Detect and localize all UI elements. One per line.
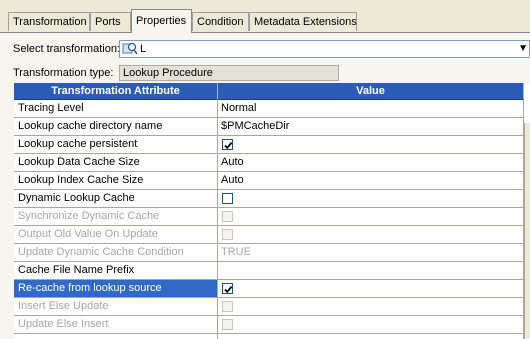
column-header-attribute[interactable]: Transformation Attribute: [14, 83, 218, 100]
table-row[interactable]: Insert Else Update: [14, 298, 530, 316]
attribute-cell[interactable]: Lookup Data Cache Size: [14, 154, 218, 172]
value-cell[interactable]: [218, 226, 524, 244]
value-cell[interactable]: [218, 262, 524, 280]
table-row[interactable]: Cache File Name Prefix: [14, 262, 530, 280]
attribute-cell[interactable]: Update Dynamic Cache Condition: [14, 244, 218, 262]
tab-ports[interactable]: Ports: [90, 12, 131, 31]
attribute-cell[interactable]: Output Old Value On Update: [14, 226, 218, 244]
attribute-cell[interactable]: Lookup Index Cache Size: [14, 172, 218, 190]
transformation-type-field: Lookup Procedure: [119, 65, 339, 81]
value-cell[interactable]: Normal: [218, 100, 524, 118]
tab-divider: [0, 32, 530, 33]
table-row[interactable]: Lookup Data Cache Size Auto: [14, 154, 530, 172]
transformation-type-label: Transformation type:: [13, 67, 114, 79]
checkbox-checked[interactable]: [222, 139, 233, 150]
value-cell[interactable]: [218, 334, 524, 339]
value-cell[interactable]: [218, 208, 524, 226]
value-cell[interactable]: [218, 136, 524, 154]
table-row[interactable]: Synchronize Dynamic Cache: [14, 208, 530, 226]
attribute-cell[interactable]: Insert Else Update: [14, 298, 218, 316]
tab-strip: Transformation Ports Properties Conditio…: [0, 0, 530, 33]
attribute-cell[interactable]: Lookup cache directory name: [14, 118, 218, 136]
value-cell[interactable]: $PMCacheDir: [218, 118, 524, 136]
value-cell[interactable]: Auto: [218, 172, 524, 190]
table-row[interactable]: Lookup cache directory name $PMCacheDir: [14, 118, 530, 136]
chevron-down-icon[interactable]: ▼: [518, 43, 528, 54]
attribute-cell[interactable]: Cache File Name Prefix: [14, 262, 218, 280]
table-row[interactable]: [14, 334, 530, 339]
tab-transformation[interactable]: Transformation: [8, 12, 90, 31]
value-cell[interactable]: [218, 280, 524, 298]
tab-properties[interactable]: Properties: [131, 9, 192, 33]
value-cell[interactable]: TRUE: [218, 244, 524, 262]
select-transformation-value: L: [140, 43, 147, 55]
value-cell[interactable]: [218, 190, 524, 208]
tab-condition[interactable]: Condition: [192, 12, 249, 31]
checkbox: [222, 229, 233, 240]
scrollbar[interactable]: [524, 123, 530, 339]
table-row[interactable]: Update Dynamic Cache Condition TRUE: [14, 244, 530, 262]
value-cell[interactable]: [218, 298, 524, 316]
value-cell[interactable]: Auto: [218, 154, 524, 172]
checkbox: [222, 319, 233, 330]
attribute-cell[interactable]: Dynamic Lookup Cache: [14, 190, 218, 208]
checkbox: [222, 211, 233, 222]
checkbox[interactable]: [222, 193, 233, 204]
attribute-cell[interactable]: Synchronize Dynamic Cache: [14, 208, 218, 226]
value-cell[interactable]: [218, 316, 524, 334]
table-row[interactable]: Output Old Value On Update: [14, 226, 530, 244]
table-row[interactable]: Lookup Index Cache Size Auto: [14, 172, 530, 190]
properties-grid: Transformation Attribute Value Tracing L…: [14, 83, 530, 339]
table-row[interactable]: Tracing Level Normal: [14, 100, 530, 118]
table-row[interactable]: Update Else Insert: [14, 316, 530, 334]
attribute-cell[interactable]: Tracing Level: [14, 100, 218, 118]
properties-panel: Select transformation: L ▼ Transformatio…: [0, 33, 530, 339]
select-transformation-label: Select transformation:: [13, 43, 120, 55]
lookup-icon: [122, 42, 138, 56]
checkbox-checked[interactable]: [222, 283, 233, 294]
table-row[interactable]: Lookup cache persistent: [14, 136, 530, 154]
tab-metadata-extensions[interactable]: Metadata Extensions: [249, 12, 357, 31]
table-row[interactable]: Re-cache from lookup source: [14, 280, 530, 298]
attribute-cell[interactable]: Update Else Insert: [14, 316, 218, 334]
select-transformation-dropdown[interactable]: L ▼: [119, 40, 530, 58]
attribute-cell[interactable]: Re-cache from lookup source: [14, 280, 218, 298]
column-header-value[interactable]: Value: [218, 83, 524, 100]
attribute-cell[interactable]: Lookup cache persistent: [14, 136, 218, 154]
checkbox: [222, 301, 233, 312]
attribute-cell[interactable]: [14, 334, 218, 339]
table-row[interactable]: Dynamic Lookup Cache: [14, 190, 530, 208]
